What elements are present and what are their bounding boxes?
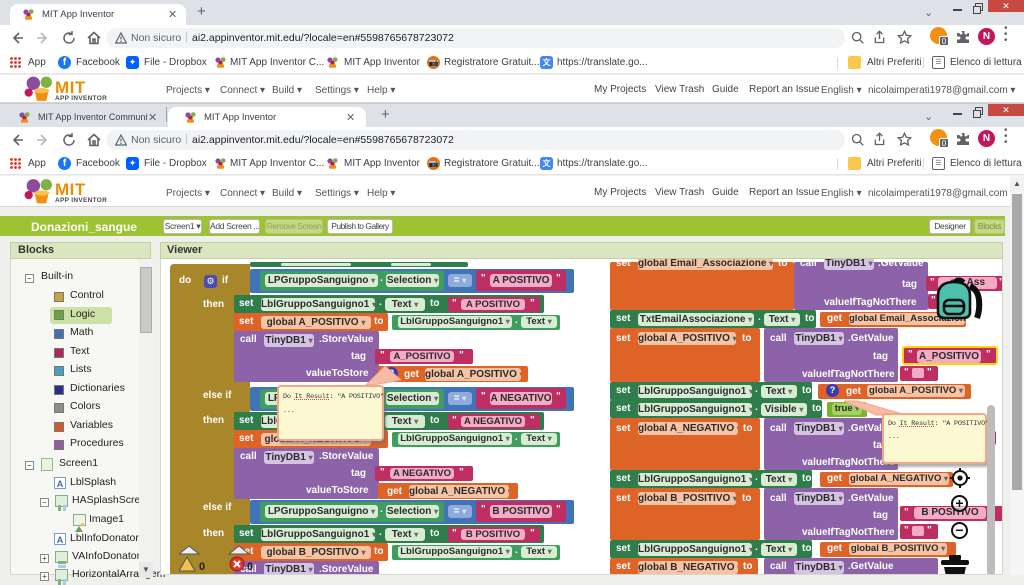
svg-text:0: 0: [247, 561, 253, 573]
svg-text:0: 0: [199, 561, 205, 573]
